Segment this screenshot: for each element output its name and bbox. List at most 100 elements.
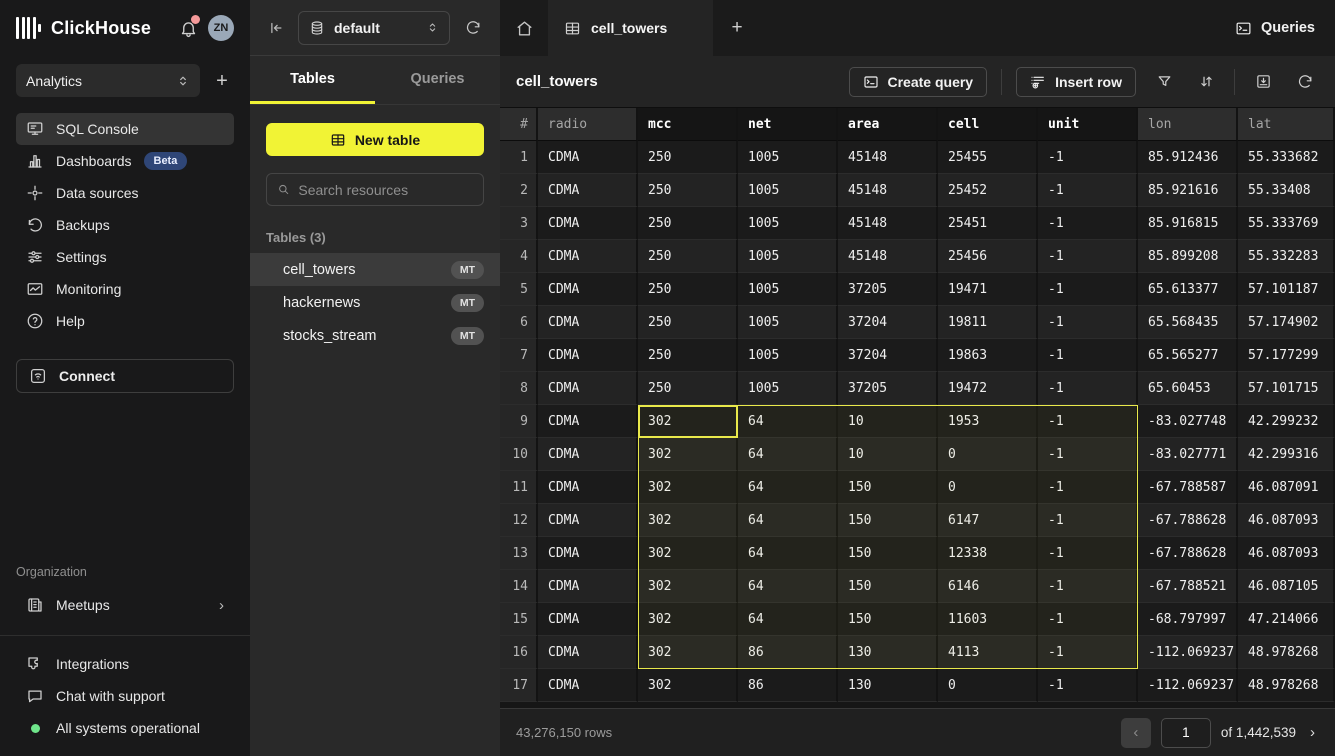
row-number[interactable]: 11 — [500, 471, 538, 504]
new-table-button[interactable]: New table — [266, 123, 484, 156]
nav-item-integrations[interactable]: Integrations — [16, 648, 234, 680]
grid-cell[interactable]: CDMA — [538, 504, 638, 537]
grid-cell[interactable]: -1 — [1038, 438, 1138, 471]
row-number[interactable]: 8 — [500, 372, 538, 405]
grid-cell[interactable]: 1005 — [738, 273, 838, 306]
grid-cell[interactable]: 1005 — [738, 207, 838, 240]
grid-cell[interactable]: CDMA — [538, 438, 638, 471]
queries-button[interactable]: Queries — [1215, 0, 1335, 56]
grid-cell[interactable]: CDMA — [538, 405, 638, 438]
row-number[interactable]: 16 — [500, 636, 538, 669]
insert-row-button[interactable]: Insert row — [1016, 67, 1136, 97]
grid-cell[interactable]: 55.333682 — [1238, 141, 1335, 174]
grid-cell[interactable]: 1005 — [738, 339, 838, 372]
grid-cell[interactable]: -1 — [1038, 207, 1138, 240]
refresh-tables-button[interactable] — [460, 15, 486, 41]
grid-cell[interactable]: 57.177299 — [1238, 339, 1335, 372]
row-number[interactable]: 14 — [500, 570, 538, 603]
grid-cell[interactable]: 48.978268 — [1238, 636, 1335, 669]
grid-header-cell[interactable]: lon — [1138, 108, 1238, 141]
grid-cell[interactable]: 150 — [838, 570, 938, 603]
grid-cell[interactable]: 1005 — [738, 240, 838, 273]
row-number[interactable]: 6 — [500, 306, 538, 339]
grid-cell[interactable]: 57.101715 — [1238, 372, 1335, 405]
grid-cell[interactable]: 19811 — [938, 306, 1038, 339]
grid-cell[interactable]: 64 — [738, 603, 838, 636]
grid-cell[interactable]: 0 — [938, 438, 1038, 471]
table-list-item-cell-towers[interactable]: cell_towers MT — [250, 253, 500, 286]
grid-header-cell[interactable]: lat — [1238, 108, 1335, 141]
grid-cell[interactable]: CDMA — [538, 240, 638, 273]
row-number[interactable]: 12 — [500, 504, 538, 537]
grid-cell[interactable]: 6147 — [938, 504, 1038, 537]
grid-cell[interactable]: CDMA — [538, 603, 638, 636]
grid-cell[interactable]: -112.069237 — [1138, 669, 1238, 702]
grid-header-cell[interactable]: net — [738, 108, 838, 141]
grid-cell[interactable]: CDMA — [538, 669, 638, 702]
grid-cell[interactable]: 302 — [638, 471, 738, 504]
grid-cell[interactable]: 302 — [638, 537, 738, 570]
nav-item-settings[interactable]: Settings — [16, 241, 234, 273]
row-number[interactable]: 15 — [500, 603, 538, 636]
grid-cell[interactable]: 19472 — [938, 372, 1038, 405]
search-input[interactable] — [298, 182, 473, 198]
grid-cell[interactable]: 64 — [738, 504, 838, 537]
grid-cell[interactable]: -1 — [1038, 603, 1138, 636]
grid-cell[interactable]: 85.912436 — [1138, 141, 1238, 174]
grid-header-cell[interactable]: mcc — [638, 108, 738, 141]
grid-cell[interactable]: 302 — [638, 405, 738, 438]
grid-cell[interactable]: 19471 — [938, 273, 1038, 306]
grid-cell[interactable]: 250 — [638, 141, 738, 174]
grid-cell[interactable]: 65.613377 — [1138, 273, 1238, 306]
grid-cell[interactable]: 45148 — [838, 174, 938, 207]
grid-cell[interactable]: 10 — [838, 438, 938, 471]
connect-button[interactable]: Connect — [16, 359, 234, 393]
grid-cell[interactable]: 65.565277 — [1138, 339, 1238, 372]
grid-cell[interactable]: 85.916815 — [1138, 207, 1238, 240]
row-number[interactable]: 5 — [500, 273, 538, 306]
grid-cell[interactable]: 302 — [638, 570, 738, 603]
grid-cell[interactable]: 55.332283 — [1238, 240, 1335, 273]
grid-cell[interactable]: 37205 — [838, 372, 938, 405]
system-status-link[interactable]: All systems operational — [16, 712, 234, 744]
grid-cell[interactable]: -1 — [1038, 306, 1138, 339]
grid-cell[interactable]: 37204 — [838, 306, 938, 339]
grid-cell[interactable]: 250 — [638, 339, 738, 372]
grid-cell[interactable]: 37205 — [838, 273, 938, 306]
grid-cell[interactable]: CDMA — [538, 339, 638, 372]
grid-cell[interactable]: 150 — [838, 504, 938, 537]
nav-item-backups[interactable]: Backups — [16, 209, 234, 241]
row-number[interactable]: 17 — [500, 669, 538, 702]
grid-cell[interactable]: 64 — [738, 405, 838, 438]
grid-cell[interactable]: 55.333769 — [1238, 207, 1335, 240]
grid-cell[interactable]: 42.299316 — [1238, 438, 1335, 471]
grid-cell[interactable]: 64 — [738, 570, 838, 603]
grid-cell[interactable]: 250 — [638, 306, 738, 339]
grid-cell[interactable]: CDMA — [538, 141, 638, 174]
grid-header-cell[interactable]: area — [838, 108, 938, 141]
grid-cell[interactable]: CDMA — [538, 207, 638, 240]
grid-cell[interactable]: 45148 — [838, 207, 938, 240]
grid-cell[interactable]: -1 — [1038, 669, 1138, 702]
row-number[interactable]: 1 — [500, 141, 538, 174]
grid-cell[interactable]: 0 — [938, 471, 1038, 504]
nav-item-meetups[interactable]: Meetups › — [16, 589, 234, 621]
grid-cell[interactable]: 57.174902 — [1238, 306, 1335, 339]
add-service-button[interactable]: + — [210, 71, 234, 91]
grid-cell[interactable]: 0 — [938, 669, 1038, 702]
home-button[interactable] — [500, 0, 548, 56]
grid-cell[interactable]: 25455 — [938, 141, 1038, 174]
row-number[interactable]: 10 — [500, 438, 538, 471]
grid-cell[interactable]: 45148 — [838, 141, 938, 174]
grid-cell[interactable]: -1 — [1038, 504, 1138, 537]
grid-cell[interactable]: 150 — [838, 603, 938, 636]
grid-cell[interactable]: -1 — [1038, 339, 1138, 372]
grid-cell[interactable]: -1 — [1038, 141, 1138, 174]
new-tab-button[interactable]: + — [713, 0, 761, 56]
create-query-button[interactable]: Create query — [849, 67, 988, 97]
refresh-data-button[interactable] — [1291, 68, 1319, 96]
grid-cell[interactable]: 19863 — [938, 339, 1038, 372]
grid-cell[interactable]: 37204 — [838, 339, 938, 372]
tab-queries[interactable]: Queries — [375, 56, 500, 104]
grid-cell[interactable]: 1005 — [738, 141, 838, 174]
